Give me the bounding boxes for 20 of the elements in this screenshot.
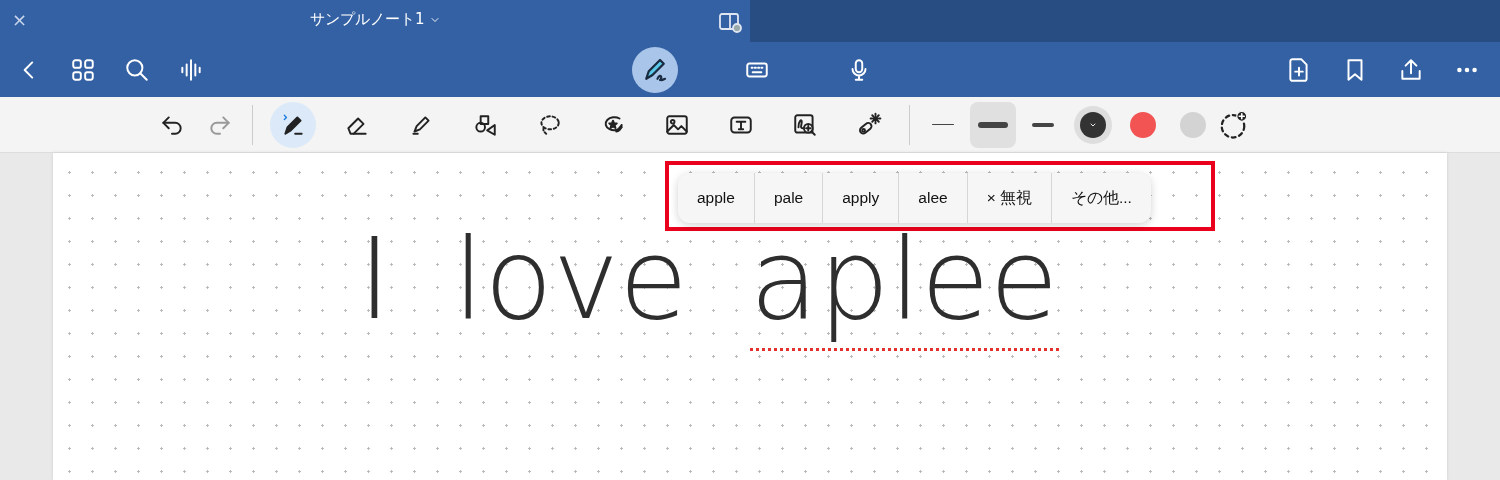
audio-wave-icon[interactable] [178, 56, 204, 83]
close-button[interactable]: × [12, 9, 28, 30]
laser-pointer-icon[interactable] [856, 111, 882, 138]
mode-button[interactable] [632, 46, 678, 93]
handwritten-word: I [358, 215, 392, 346]
add-color-icon[interactable] [1218, 109, 1248, 140]
suggestion-button[interactable]: pale [753, 173, 823, 223]
grid-icon[interactable] [70, 56, 96, 83]
suggestion-button[interactable]: apply [822, 173, 899, 223]
search-icon[interactable] [124, 56, 150, 83]
note-title[interactable]: サンプルノート1 [310, 10, 441, 29]
share-icon[interactable] [1398, 56, 1424, 83]
split-view-icon[interactable] [718, 10, 742, 34]
tool-button[interactable] [270, 101, 316, 148]
suggestion-button[interactable]: × 無視 [966, 173, 1051, 223]
image-search-icon[interactable] [792, 111, 818, 138]
suggestion-button[interactable]: その他... [1051, 173, 1151, 223]
suggestion-button[interactable]: alee [898, 173, 967, 223]
stroke-width-button[interactable] [970, 101, 1016, 148]
color-swatch[interactable] [1074, 105, 1112, 144]
